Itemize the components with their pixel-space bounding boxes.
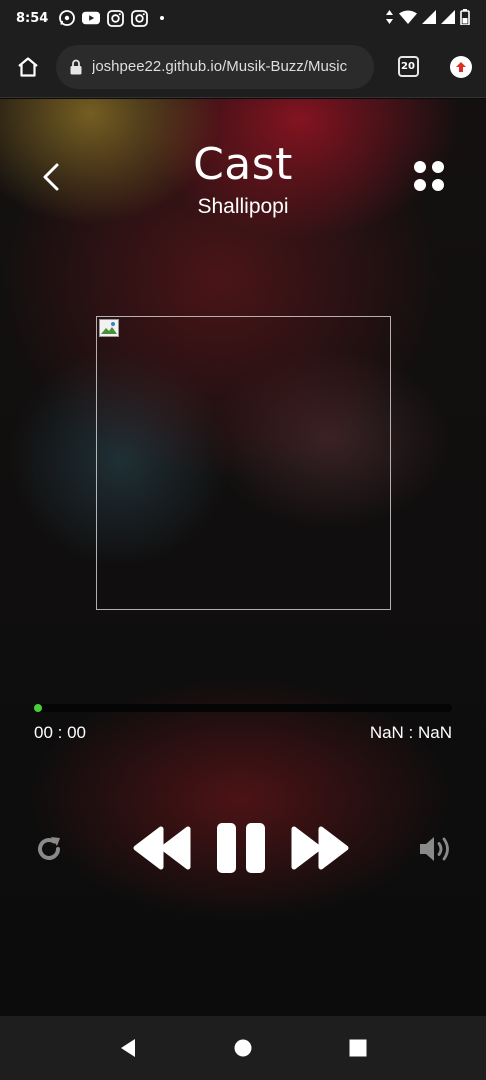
home-icon: [18, 56, 38, 77]
repeat-icon: [38, 837, 60, 860]
instagram-icon: [106, 9, 124, 27]
broken-image-icon: [99, 319, 119, 337]
data-arrows-icon: [385, 9, 394, 27]
update-arrow-icon: [450, 55, 472, 78]
nav-recents-icon: [349, 1039, 367, 1057]
pause-button[interactable]: [214, 821, 268, 875]
grid-dots-icon: [432, 179, 444, 191]
forward-button[interactable]: [290, 823, 350, 873]
tabs-button[interactable]: 20: [380, 36, 436, 98]
playback-controls: [0, 809, 486, 889]
total-time: NaN : NaN: [369, 723, 452, 742]
progress-bar[interactable]: [34, 704, 452, 712]
menu-grid-button[interactable]: [414, 161, 446, 193]
grid-dots-icon: [432, 161, 444, 173]
update-button[interactable]: [436, 36, 486, 98]
fast-forward-icon: [291, 826, 349, 870]
url-text: joshpee22.github.io/Musik-Buzz/Music: [92, 58, 348, 75]
nav-home-button[interactable]: [223, 1028, 263, 1068]
battery-icon: [460, 8, 470, 28]
wifi-icon: [399, 10, 417, 27]
rewind-button[interactable]: [132, 823, 192, 873]
tab-count: 20: [397, 56, 419, 77]
progress-fill: [34, 704, 42, 712]
music-player: Cast Shallipopi 00 : 00 NaN : NaN: [0, 99, 486, 1016]
notification-dot-icon: [160, 16, 165, 20]
home-button[interactable]: [0, 36, 56, 98]
rewind-icon: [133, 826, 191, 870]
nav-home-icon: [234, 1039, 252, 1057]
current-time: 00 : 00: [34, 723, 86, 742]
system-nav-bar: [0, 1016, 486, 1080]
browser-toolbar: joshpee22.github.io/Musik-Buzz/Music 20: [0, 36, 486, 98]
album-art: [96, 316, 391, 610]
instagram-icon: [130, 9, 148, 27]
nav-back-icon: [120, 1039, 135, 1057]
address-bar[interactable]: joshpee22.github.io/Musik-Buzz/Music: [56, 44, 374, 89]
volume-icon: [420, 837, 449, 861]
signal-icon: [422, 9, 436, 27]
pause-icon: [217, 823, 265, 873]
status-time: 8:54: [16, 10, 49, 26]
youtube-icon: [82, 9, 101, 27]
grid-dots-icon: [414, 179, 426, 191]
grid-dots-icon: [414, 161, 426, 173]
track-artist: Shallipopi: [197, 195, 289, 218]
nav-back-button[interactable]: [108, 1028, 148, 1068]
signal-icon: [441, 9, 455, 27]
status-right: [385, 8, 470, 28]
lock-icon: [70, 59, 82, 75]
repeat-button[interactable]: [30, 829, 68, 869]
volume-button[interactable]: [416, 831, 456, 867]
whatsapp-icon: [58, 9, 76, 27]
status-bar: 8:54: [0, 0, 486, 36]
nav-recents-button[interactable]: [338, 1028, 378, 1068]
